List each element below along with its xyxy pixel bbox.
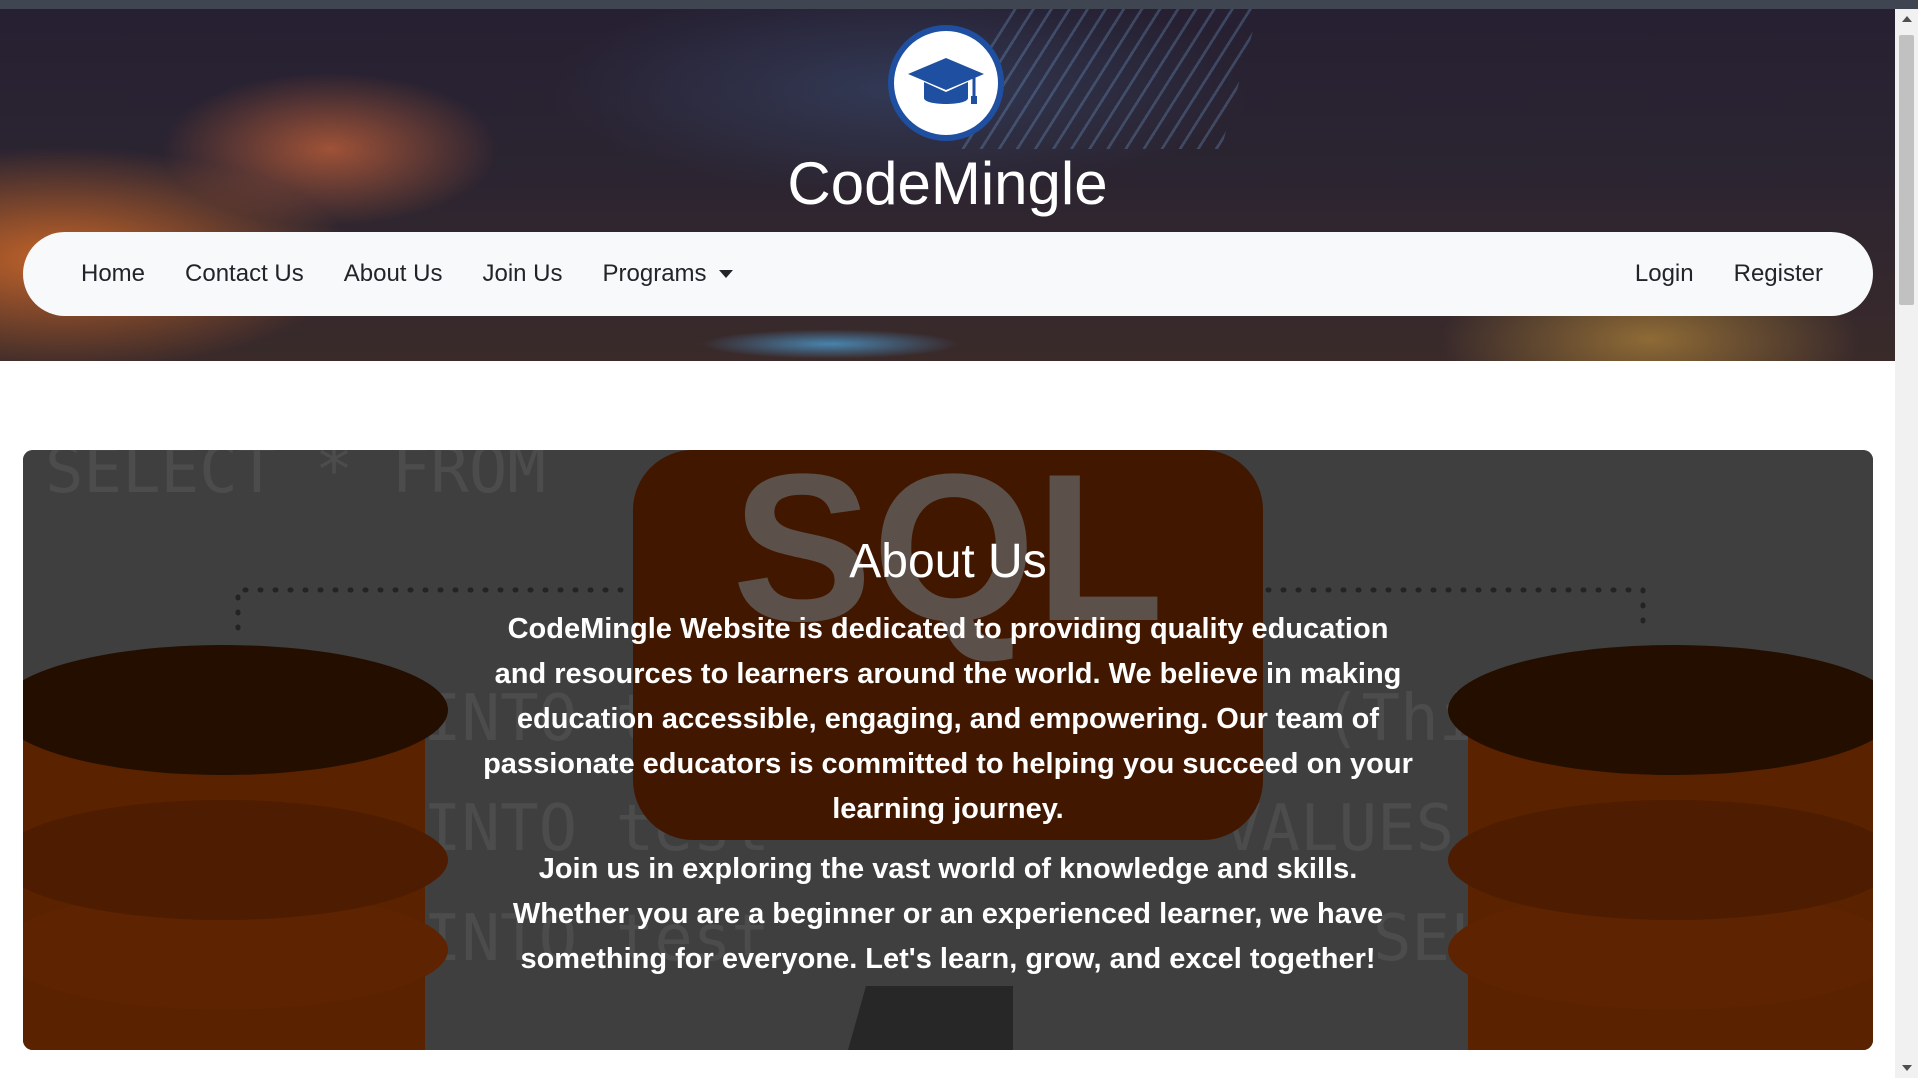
nav-right: Login Register [1595, 232, 1823, 316]
navbar: Home Contact Us About Us Join Us Program… [23, 232, 1873, 316]
nav-left: Home Contact Us About Us Join Us Program… [81, 232, 773, 316]
nav-contact-link[interactable]: Contact Us [185, 260, 304, 288]
page: CodeMingle Home Contact Us About Us Join… [0, 9, 1895, 1078]
about-paragraph: CodeMingle Website is dedicated to provi… [483, 613, 1413, 825]
about-section: SELECT * FROM INTO t (Thi INTO test VALU… [23, 450, 1873, 1050]
graduation-cap-icon [908, 58, 984, 104]
nav-programs-label: Programs [602, 260, 707, 287]
about-title: About Us [849, 535, 1047, 588]
nav-home-link[interactable]: Home [81, 260, 145, 288]
scroll-up-button[interactable] [1895, 9, 1918, 29]
nav-login-link[interactable]: Login [1635, 260, 1694, 288]
nav-join-link[interactable]: Join Us [482, 260, 562, 288]
chevron-down-icon [718, 270, 733, 278]
nav-programs-dropdown[interactable]: Programs [603, 260, 733, 288]
arrow-down-icon [1901, 1065, 1912, 1071]
hero-header: CodeMingle Home Contact Us About Us Join… [0, 9, 1895, 361]
about-paragraph: Join us in exploring the vast world of k… [512, 853, 1384, 975]
vertical-scrollbar[interactable] [1895, 9, 1918, 1078]
hero-light-streaks [961, 9, 1259, 149]
nav-register-link[interactable]: Register [1734, 260, 1823, 288]
scrollbar-thumb[interactable] [1899, 35, 1914, 305]
site-title[interactable]: CodeMingle [0, 149, 1895, 219]
hero-glow [700, 329, 960, 359]
logo-inner [894, 31, 998, 135]
arrow-up-icon [1901, 16, 1912, 22]
nav-about-link[interactable]: About Us [344, 260, 443, 288]
logo[interactable] [888, 25, 1004, 141]
scroll-down-button[interactable] [1895, 1058, 1918, 1078]
window-top-edge [0, 0, 1918, 9]
